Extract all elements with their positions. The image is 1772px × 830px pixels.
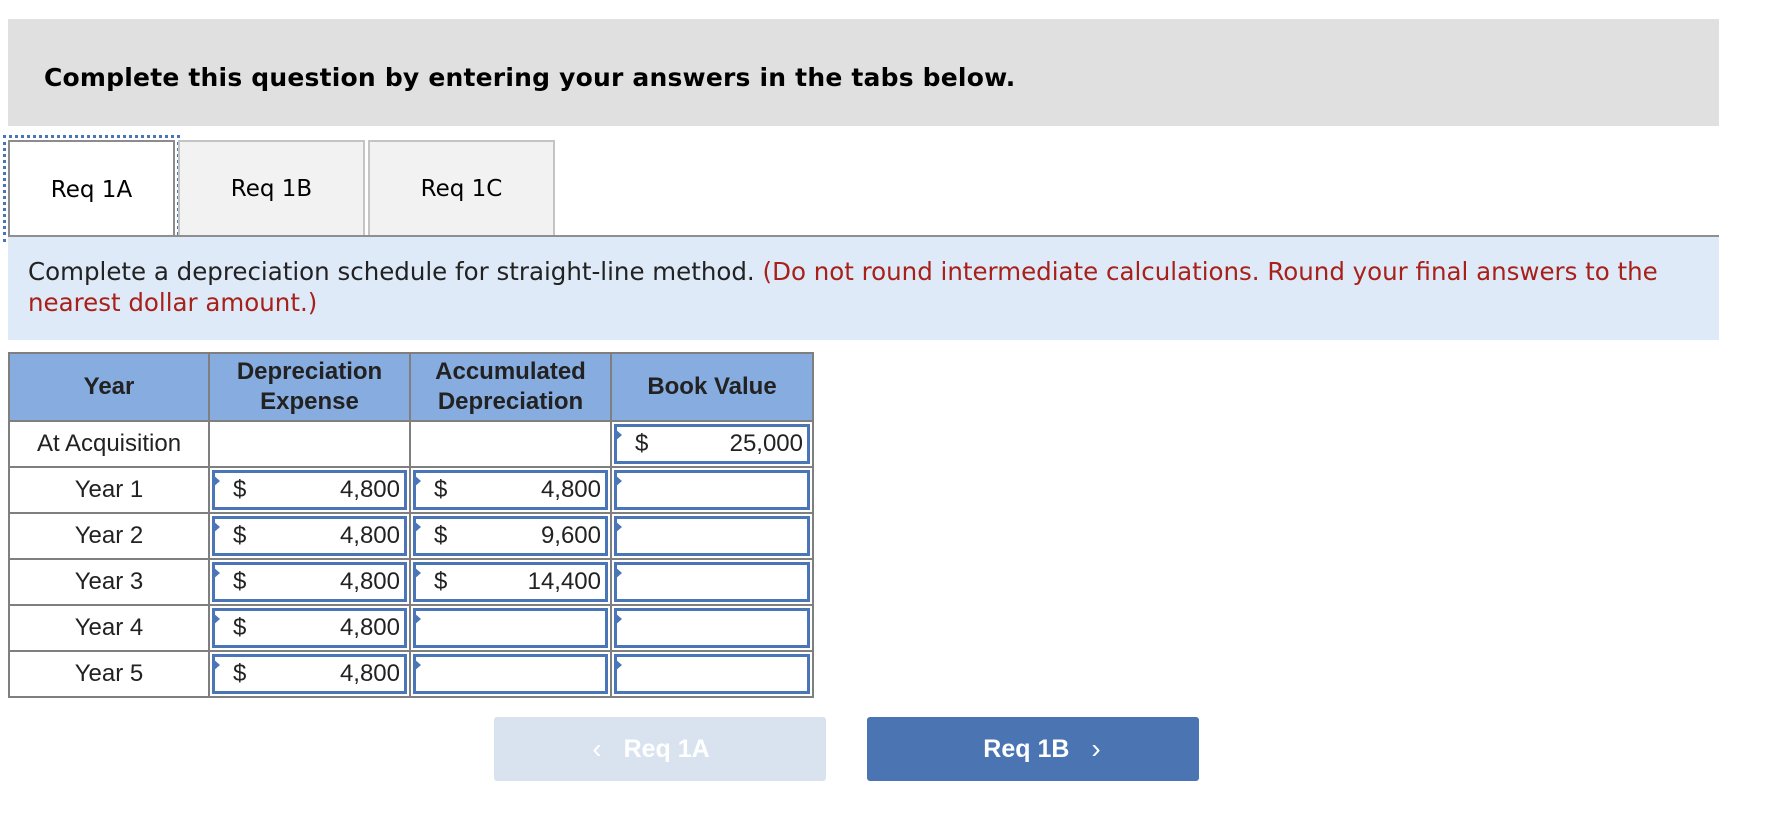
input-value: 4,800	[339, 660, 400, 687]
prev-button[interactable]: ‹ Req 1A	[494, 717, 826, 781]
year-cell: At Acquisition	[8, 420, 210, 468]
tab-label: Req 1A	[50, 176, 133, 203]
input-value: 4,800	[540, 476, 601, 503]
currency-symbol: $	[233, 522, 247, 549]
input-value: 4,800	[339, 614, 400, 641]
currency-symbol: $	[233, 660, 247, 687]
tab-req-1b[interactable]: Req 1B	[178, 140, 365, 235]
table-row: Year 5 $4,800	[8, 650, 814, 698]
tab-req-1c[interactable]: Req 1C	[368, 140, 555, 235]
depreciation-expense-input[interactable]: $4,800	[212, 562, 407, 602]
input-value: 25,000	[729, 430, 803, 457]
year-cell: Year 3	[8, 558, 210, 606]
instructions-banner: Complete this question by entering your …	[8, 19, 1719, 126]
accumulated-depreciation-cell	[409, 650, 612, 698]
currency-symbol: $	[233, 614, 247, 641]
currency-symbol: $	[635, 430, 649, 457]
accumulated-depreciation-input[interactable]: $4,800	[413, 470, 608, 510]
tab-req-1a[interactable]: Req 1A	[3, 135, 180, 242]
prev-label: Req 1A	[623, 734, 710, 763]
book-value-cell	[610, 604, 814, 652]
next-button[interactable]: Req 1B ›	[867, 717, 1199, 781]
year-cell: Year 2	[8, 512, 210, 560]
table-row: Year 4 $4,800	[8, 604, 814, 652]
input-value: 14,400	[527, 568, 601, 595]
currency-symbol: $	[434, 568, 448, 595]
table-header-row: Year Depreciation Expense Accumulated De…	[8, 352, 814, 422]
accumulated-depreciation-input[interactable]	[413, 608, 608, 648]
table-row: Year 2 $4,800 $9,600	[8, 512, 814, 560]
book-value-cell	[610, 558, 814, 606]
header-accumulated-depreciation: Accumulated Depreciation	[409, 352, 612, 422]
tab-label: Req 1B	[230, 175, 313, 202]
book-value-cell	[610, 650, 814, 698]
input-value: 4,800	[339, 476, 400, 503]
currency-symbol: $	[434, 522, 448, 549]
chevron-left-icon: ‹	[592, 733, 602, 764]
header-book-value: Book Value	[610, 352, 814, 422]
depreciation-expense-input[interactable]: $4,800	[212, 516, 407, 556]
depreciation-expense-cell: $4,800	[208, 558, 411, 606]
question-prompt: Complete a depreciation schedule for str…	[8, 237, 1719, 340]
year-cell: Year 5	[8, 650, 210, 698]
book-value-input[interactable]: $25,000	[614, 424, 810, 464]
year-cell: Year 4	[8, 604, 210, 652]
input-value: 4,800	[339, 522, 400, 549]
depreciation-expense-cell: $4,800	[208, 512, 411, 560]
prompt-main: Complete a depreciation schedule for str…	[28, 257, 755, 286]
book-value-input[interactable]	[614, 654, 810, 694]
tab-bar: Req 1A Req 1B Req 1C	[3, 135, 1719, 242]
depreciation-expense-cell: $4,800	[208, 466, 411, 514]
table-row: At Acquisition $25,000	[8, 420, 814, 468]
next-label: Req 1B	[983, 734, 1070, 763]
year-cell: Year 1	[8, 466, 210, 514]
depreciation-expense-cell: $4,800	[208, 650, 411, 698]
depreciation-expense-input[interactable]: $4,800	[212, 470, 407, 510]
accumulated-depreciation-input[interactable]	[413, 654, 608, 694]
depreciation-expense-input[interactable]: $4,800	[212, 608, 407, 648]
currency-symbol: $	[434, 476, 448, 503]
book-value-input[interactable]	[614, 608, 810, 648]
instructions-text: Complete this question by entering your …	[44, 63, 1016, 92]
input-value: 9,600	[540, 522, 601, 549]
depreciation-expense-cell	[208, 420, 411, 468]
tab-label: Req 1C	[420, 175, 503, 202]
header-depreciation-expense: Depreciation Expense	[208, 352, 411, 422]
book-value-input[interactable]	[614, 562, 810, 602]
accumulated-depreciation-input[interactable]: $14,400	[413, 562, 608, 602]
currency-symbol: $	[233, 568, 247, 595]
accumulated-depreciation-cell: $4,800	[409, 466, 612, 514]
input-value: 4,800	[339, 568, 400, 595]
chevron-right-icon: ›	[1091, 733, 1101, 764]
book-value-cell: $25,000	[610, 420, 814, 468]
book-value-cell	[610, 466, 814, 514]
accumulated-depreciation-cell: $14,400	[409, 558, 612, 606]
depreciation-schedule-table: Year Depreciation Expense Accumulated De…	[8, 352, 814, 698]
book-value-input[interactable]	[614, 470, 810, 510]
accumulated-depreciation-input[interactable]: $9,600	[413, 516, 608, 556]
depreciation-expense-input[interactable]: $4,800	[212, 654, 407, 694]
currency-symbol: $	[233, 476, 247, 503]
header-year: Year	[8, 352, 210, 422]
depreciation-expense-cell: $4,800	[208, 604, 411, 652]
accumulated-depreciation-cell: $9,600	[409, 512, 612, 560]
table-row: Year 1 $4,800 $4,800	[8, 466, 814, 514]
table-row: Year 3 $4,800 $14,400	[8, 558, 814, 606]
accumulated-depreciation-cell	[409, 420, 612, 468]
accumulated-depreciation-cell	[409, 604, 612, 652]
book-value-cell	[610, 512, 814, 560]
book-value-input[interactable]	[614, 516, 810, 556]
prompt-text: Complete a depreciation schedule for str…	[28, 256, 1708, 318]
